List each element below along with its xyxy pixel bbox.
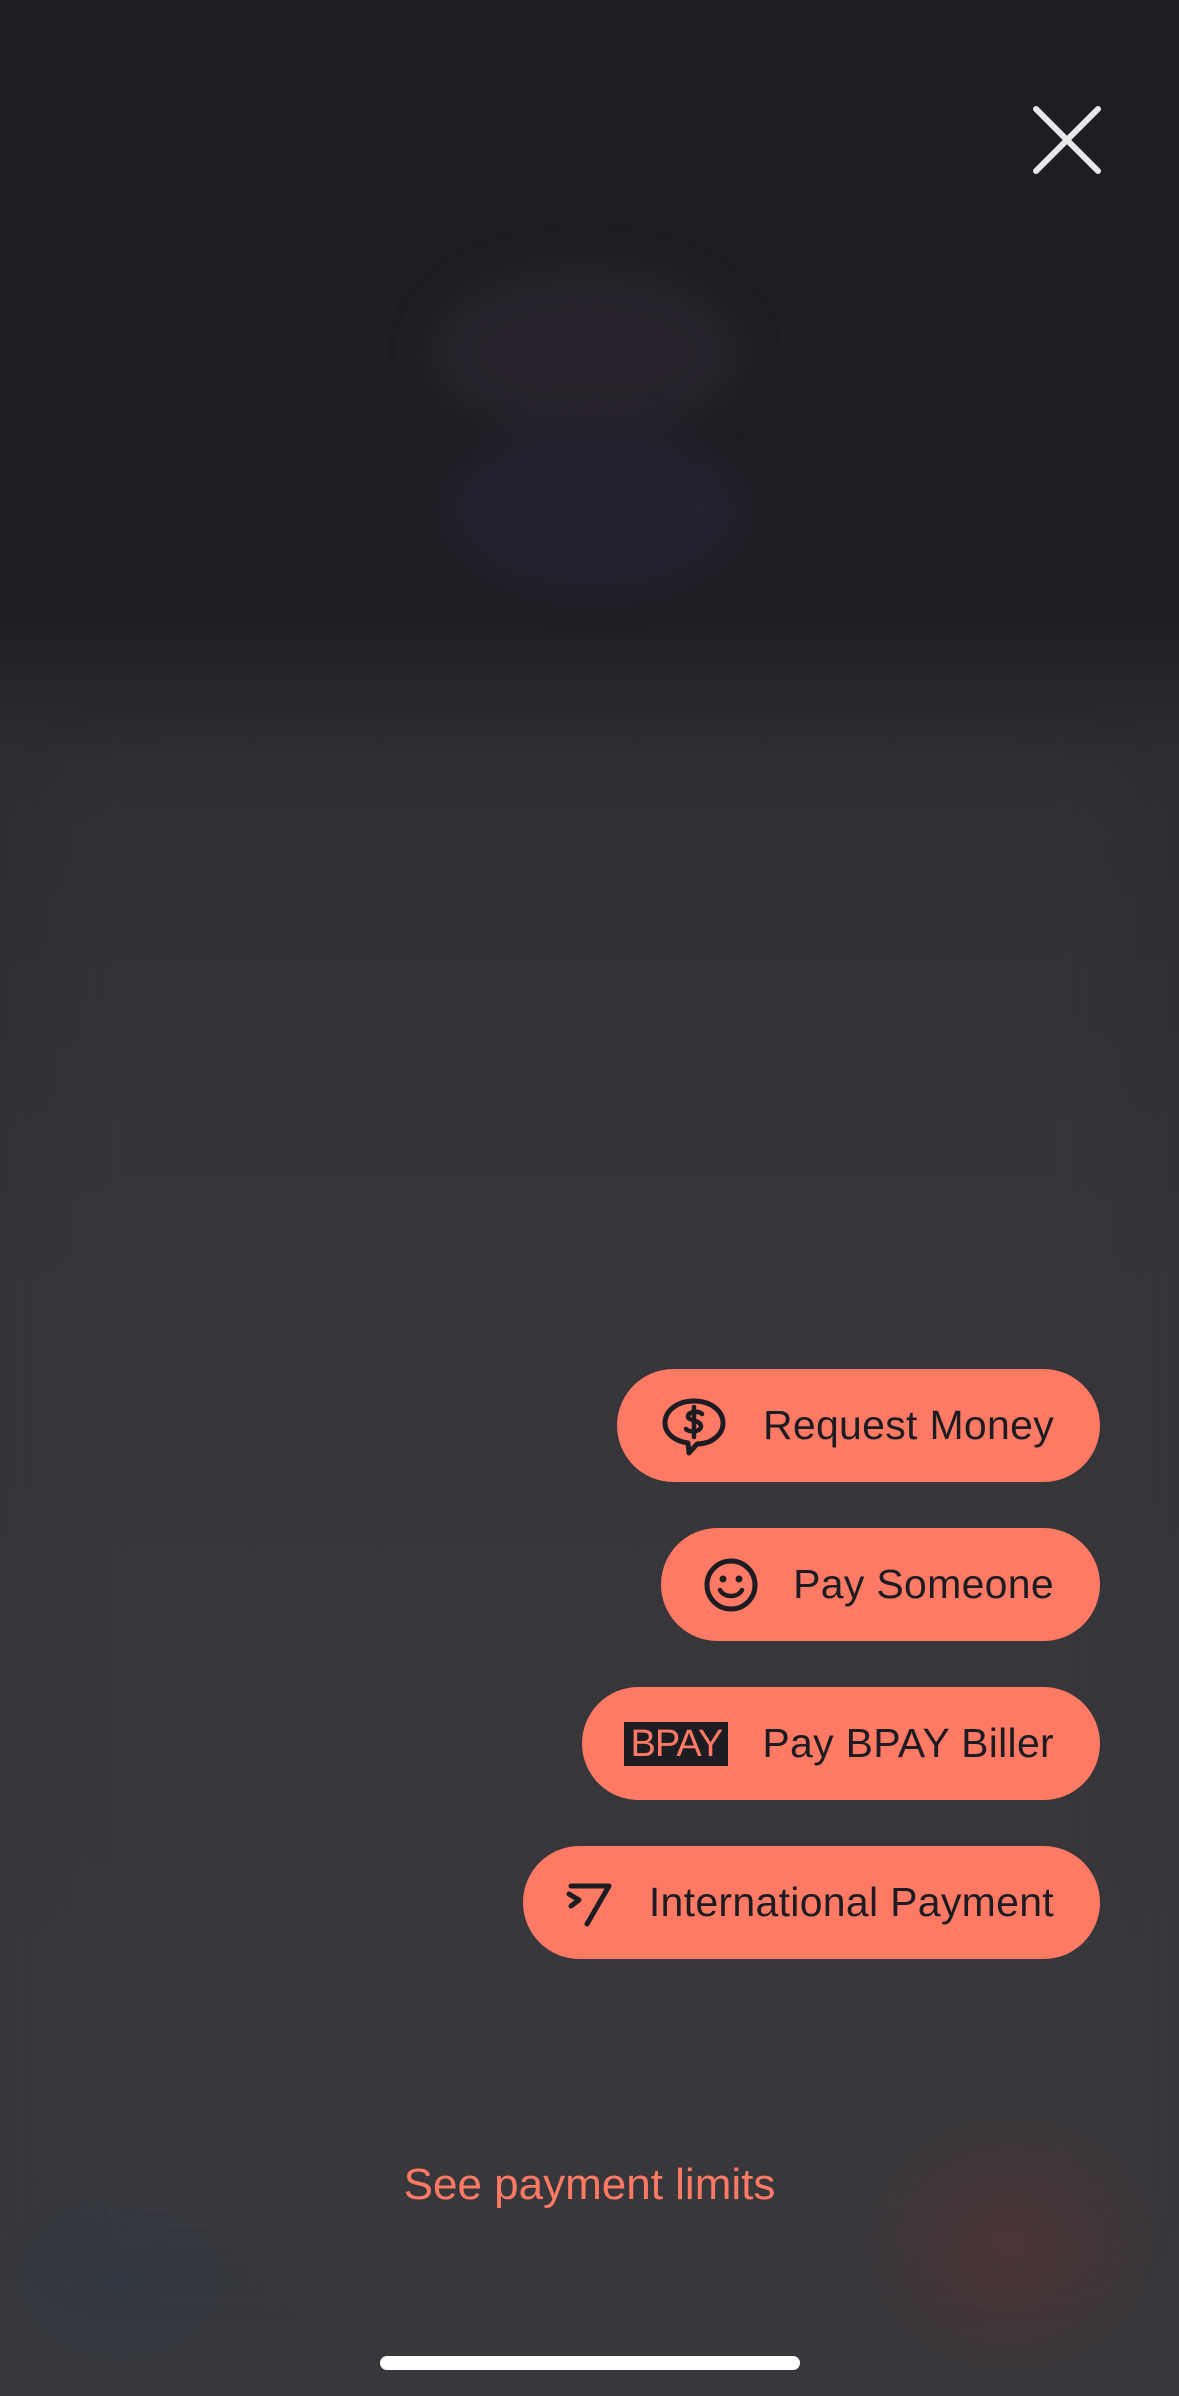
wise-logo-icon bbox=[565, 1878, 615, 1928]
pay-someone-button[interactable]: Pay Someone bbox=[661, 1528, 1100, 1641]
payment-actions-menu: Request Money Pay Someone BPAY Pay BPAY … bbox=[522, 1369, 1100, 1959]
request-money-button[interactable]: Request Money bbox=[616, 1369, 1100, 1482]
international-payment-label: International Payment bbox=[648, 1879, 1054, 1925]
bpay-logo-text: BPAY bbox=[624, 1721, 729, 1766]
pay-bpay-biller-button[interactable]: BPAY Pay BPAY Biller bbox=[582, 1687, 1100, 1800]
blurred-graphic-top bbox=[430, 265, 740, 440]
close-icon bbox=[1033, 106, 1101, 174]
pay-someone-label: Pay Someone bbox=[793, 1561, 1054, 1607]
home-indicator[interactable] bbox=[380, 2356, 800, 2370]
pay-bpay-biller-label: Pay BPAY Biller bbox=[762, 1720, 1054, 1766]
money-speech-bubble-icon bbox=[659, 1396, 729, 1456]
see-payment-limits-link[interactable]: See payment limits bbox=[0, 2160, 1179, 2210]
smiley-icon bbox=[703, 1557, 759, 1613]
blurred-graphic-bottom bbox=[450, 430, 740, 590]
bpay-logo-icon: BPAY bbox=[624, 1721, 729, 1766]
international-payment-button[interactable]: International Payment bbox=[522, 1846, 1100, 1959]
close-button[interactable] bbox=[1032, 105, 1102, 175]
request-money-label: Request Money bbox=[762, 1402, 1054, 1448]
